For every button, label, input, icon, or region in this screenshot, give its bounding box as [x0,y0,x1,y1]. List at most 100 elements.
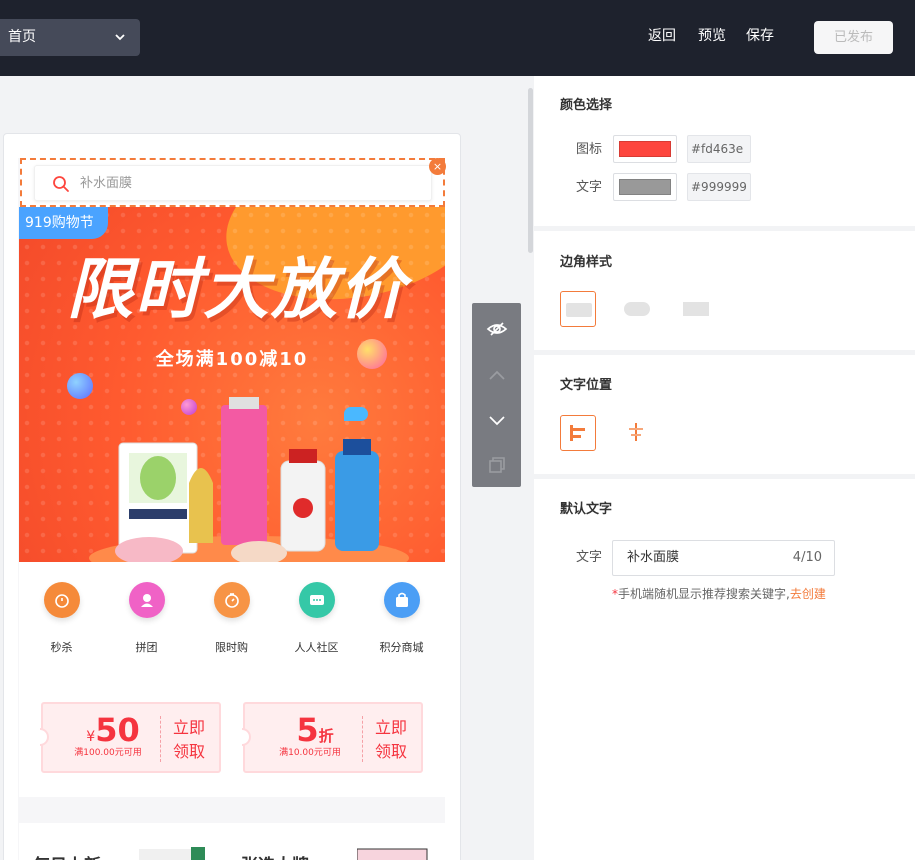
chevron-up-icon [489,370,505,380]
move-down-button[interactable] [472,396,521,442]
icon-color-hex[interactable]: #fd463e [687,135,751,163]
coupon-notch [242,728,251,746]
product-thumbnail [139,847,205,860]
page-selector[interactable]: 首页 [0,19,140,56]
section-divider [534,226,915,231]
cosmetics-products-image [89,397,409,562]
coupon-value: 50 [95,711,140,749]
text-align-center-option[interactable] [619,415,655,451]
coupon-cta-line1: 立即 [172,718,205,737]
preview-button[interactable]: 预览 [698,26,726,46]
scrollbar-thumb[interactable] [528,88,533,253]
timer-icon [213,582,250,618]
color-row-label-icon: 图标 [576,142,603,157]
section-title: 张选大牌 [241,851,309,860]
nav-item-label: 拼团 [135,641,158,654]
coupon-unit: 折 [318,727,334,745]
align-left-icon [570,425,585,441]
coupon-currency: ¥ [86,729,96,745]
save-button[interactable]: 保存 [746,26,774,46]
section-divider [534,350,915,355]
copy-icon [489,457,505,473]
move-up-button[interactable] [472,351,521,397]
component-toolbar [472,303,521,487]
back-button[interactable]: 返回 [648,26,676,46]
default-text-hint: *手机端随机显示推荐搜索关键字,去创建 [612,586,826,602]
default-text-input[interactable]: 补水面膜 4/10 [612,540,835,576]
nav-item-label: 秒杀 [50,641,73,654]
coupon-card[interactable]: ¥50 满100.00元可用 立即 领取 [40,702,221,773]
coupon-condition: 满100.00元可用 [74,748,142,758]
coupon-cta-line1: 立即 [374,718,407,737]
corner-option-square[interactable] [560,291,596,327]
publish-button[interactable]: 已发布 [814,21,893,54]
section-title-text-position: 文字位置 [560,378,613,393]
coupon-claim-button[interactable]: 立即 领取 [371,716,411,764]
chevron-down-icon [489,416,505,426]
corner-option-round[interactable] [619,291,655,327]
copy-button[interactable] [472,441,521,487]
page-selector-value: 首页 [8,29,36,45]
decor-ball [357,339,387,369]
create-link[interactable]: 去创建 [790,587,826,601]
align-center-icon [629,423,643,441]
nav-item-points-mall[interactable]: 积分商城 [359,582,444,656]
coupon-divider [160,716,161,762]
icon-color-picker[interactable] [613,135,677,163]
nav-item-label: 人人社区 [294,641,339,654]
product-thumbnail [357,848,428,860]
chat-icon [298,582,335,618]
section-gap [19,797,445,823]
char-counter: 4/10 [792,550,822,565]
top-bar: 首页 返回 预览 保存 已发布 [0,0,915,76]
nav-item-label: 积分商城 [379,641,424,654]
section-title-corner: 边角样式 [560,255,613,270]
hint-text: 手机端随机显示推荐搜索关键字, [618,587,790,601]
bag-icon [383,582,420,618]
coupon-card[interactable]: 5折 满10.00元可用 立即 领取 [242,702,423,773]
text-color-hex[interactable]: #999999 [687,173,751,201]
coupon-claim-button[interactable]: 立即 领取 [169,716,209,764]
promo-banner[interactable]: 919购物节 限时大放价 全场满100减10 [19,207,445,562]
color-row-label-text: 文字 [576,180,603,195]
banner-tag: 919购物节 [19,207,108,239]
corner-option-sharp[interactable] [678,291,714,327]
coupon-cta-line2: 领取 [374,742,407,761]
visibility-button[interactable] [472,305,521,351]
preview-search-box: 补水面膜 [34,165,432,201]
default-text-value: 补水面膜 [627,550,680,565]
chevron-down-icon [114,19,126,71]
icon-nav-row: 秒杀 拼团 限时购 人人社区 积分商城 [19,562,445,677]
text-align-left-option[interactable] [560,415,596,451]
nav-item-seckill[interactable]: 秒杀 [19,582,104,656]
settings-panel: 颜色选择 图标 #fd463e 文字 #999999 边角样式 文字位置 默认文… [534,76,915,860]
coupon-condition: 满10.00元可用 [279,748,341,758]
coupon-notch [40,728,49,746]
nav-item-community[interactable]: 人人社区 [274,582,359,656]
nav-item-flash-sale[interactable]: 限时购 [189,582,274,656]
section-divider [534,474,915,479]
section-title-default-text: 默认文字 [560,502,613,517]
coupon-value: 5 [296,711,319,749]
coupon-amount: 5折 [265,712,365,748]
coupon-divider [362,716,363,762]
preview-search-placeholder: 补水面膜 [80,176,133,191]
eye-off-icon [486,322,508,336]
nav-item-group-buy[interactable]: 拼团 [104,582,189,656]
banner-title: 限时大放价 [67,251,407,328]
nav-item-label: 限时购 [215,641,248,654]
coupon-amount: ¥50 [63,712,163,748]
stopwatch-icon [43,582,80,618]
search-icon [53,176,69,192]
group-icon [128,582,165,618]
text-color-picker[interactable] [613,173,677,201]
section-title: 每日上新 [33,851,101,860]
section-title-color: 颜色选择 [560,98,613,113]
close-icon[interactable]: × [429,158,446,175]
icon-color-swatch [619,141,671,157]
coupon-section: ¥50 满100.00元可用 立即 领取 5折 满10.00元可用 立即 领取 [19,677,445,797]
coupon-cta-line2: 领取 [172,742,205,761]
new-arrivals-section: 每日上新 张选大牌 [19,823,445,860]
default-text-label: 文字 [576,550,603,565]
search-component[interactable]: 补水面膜 [20,158,445,207]
